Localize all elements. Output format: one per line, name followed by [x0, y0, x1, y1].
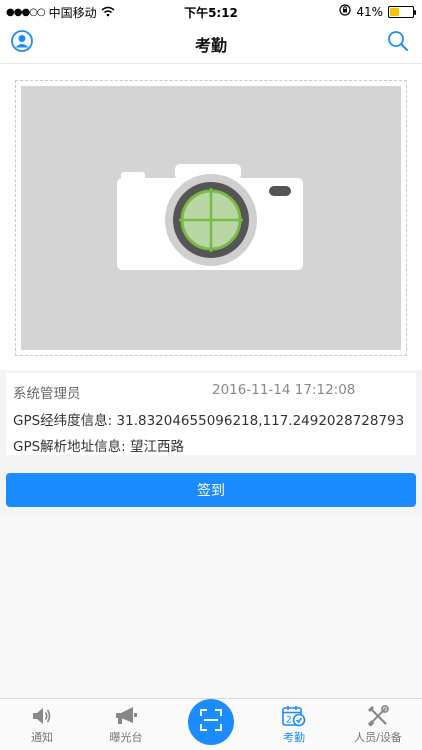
scan-button[interactable] [188, 699, 234, 745]
tab-attendance[interactable]: 2 考勤 [252, 699, 336, 750]
search-button[interactable] [382, 27, 414, 59]
photo-frame[interactable] [15, 80, 407, 356]
tab-label: 考勤 [283, 731, 305, 744]
signin-button[interactable]: 签到 [6, 473, 416, 507]
scan-icon [200, 709, 222, 735]
page-title: 考勤 [194, 36, 227, 55]
tools-icon [366, 705, 390, 727]
megaphone-icon [114, 705, 138, 727]
photo-placeholder[interactable] [21, 86, 401, 350]
tab-bar: 通知 曝光台 2 考勤 人员/设备 [0, 698, 422, 750]
camera-icon [117, 164, 303, 270]
photo-card [0, 64, 422, 370]
battery-fill [390, 7, 400, 16]
battery-percent: 41% [356, 4, 383, 19]
speaker-icon [30, 705, 54, 727]
user-name: 系统管理员 [13, 386, 81, 402]
calendar-check-icon: 2 [282, 705, 306, 727]
status-bar: ●●●○○ 中国移动 下午5:12 41% [0, 0, 422, 22]
search-icon [387, 30, 409, 56]
tab-notifications[interactable]: 通知 [0, 699, 84, 750]
timestamp: 2016-11-14 17:12:08 [212, 382, 356, 398]
tab-label: 人员/设备 [354, 731, 402, 744]
rotation-lock-icon [339, 4, 351, 19]
tab-personnel-devices[interactable]: 人员/设备 [336, 699, 420, 750]
location-info-card: 系统管理员 2016-11-14 17:12:08 GPS经纬度信息: 31.8… [6, 373, 416, 455]
svg-text:2: 2 [286, 716, 292, 726]
nav-bar: 考勤 [0, 22, 422, 64]
status-right: 41% [339, 4, 416, 19]
battery-icon [388, 5, 416, 18]
tab-label: 曝光台 [109, 731, 143, 744]
gps-address: GPS解析地址信息: 望江西路 [13, 439, 185, 455]
tab-label: 通知 [31, 731, 53, 744]
gps-coordinates: GPS经纬度信息: 31.83204655096218,117.24920287… [13, 413, 405, 429]
content-background [0, 516, 422, 698]
tab-exposure[interactable]: 曝光台 [84, 699, 168, 750]
